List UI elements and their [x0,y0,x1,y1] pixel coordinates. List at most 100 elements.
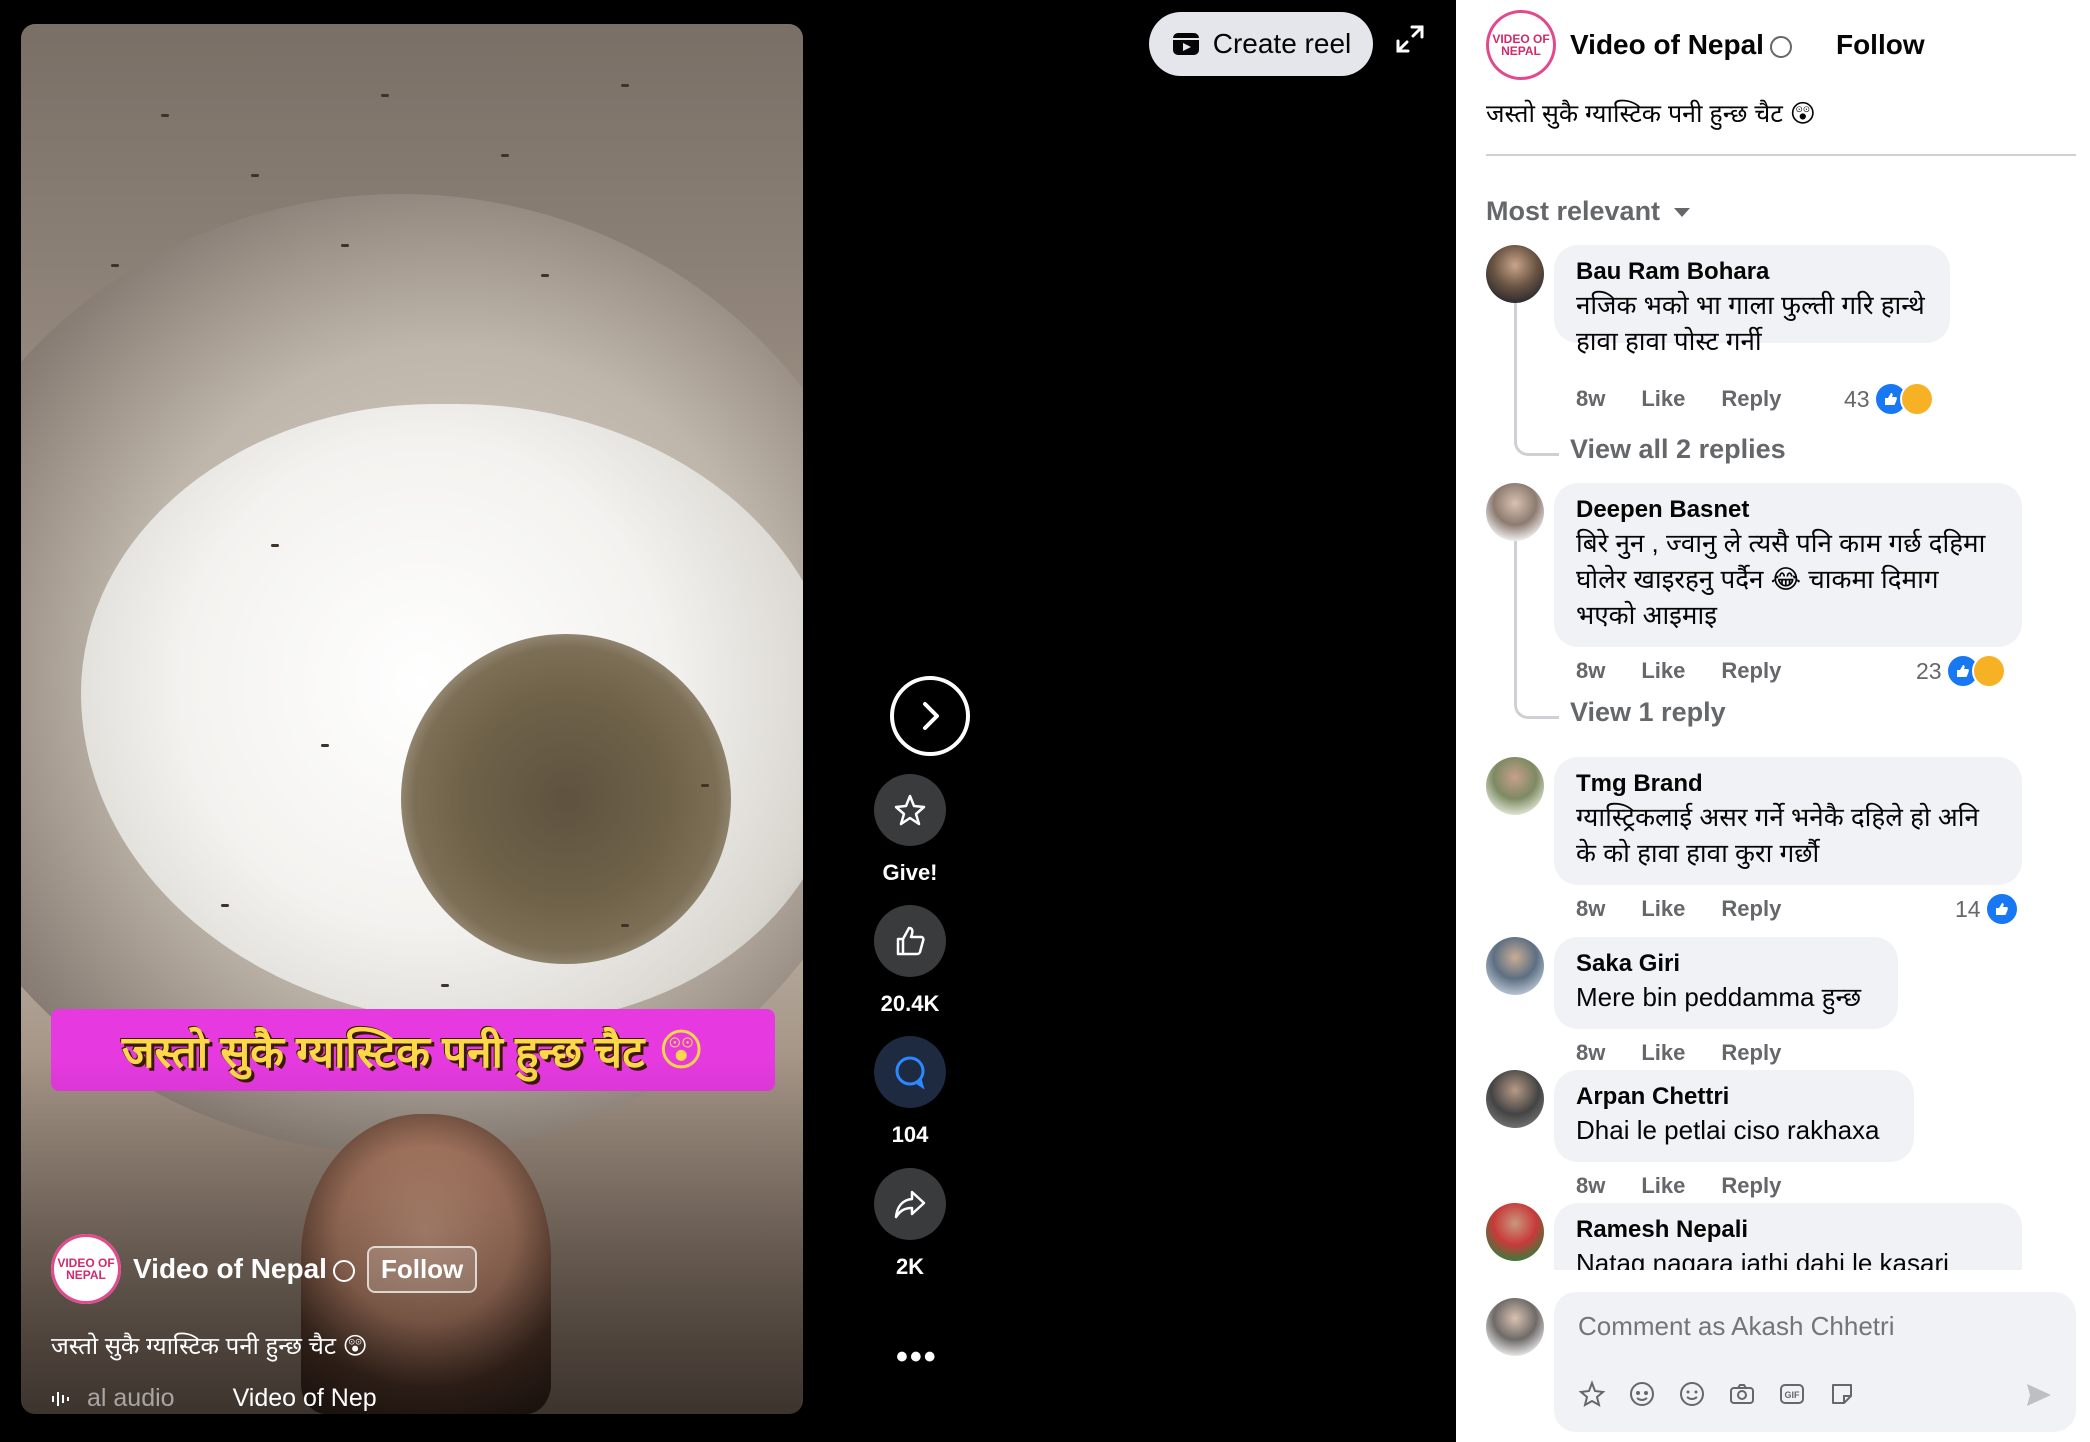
comment-text: Mere bin peddamma हुन्छ [1576,982,1862,1012]
audio-name: Video of Nep [232,1384,377,1412]
avatar[interactable] [1486,245,1544,303]
comment-meta: 8w Like Reply [1576,658,1781,684]
comment-like-button[interactable]: Like [1641,658,1685,684]
view-replies-link[interactable]: View 1 reply [1570,697,1726,728]
give-label: Give! [882,860,938,885]
create-reel-label: Create reel [1212,28,1352,59]
audio-label: al audio [87,1384,175,1412]
avatar[interactable] [1486,483,1544,541]
comment-input[interactable] [1576,1310,2050,1343]
comment-count: 104 [891,1122,929,1147]
comment-time[interactable]: 8w [1576,1173,1605,1199]
panel-author-name[interactable]: Video of Nepal [1570,29,1792,61]
gif-icon[interactable]: GIF [1776,1378,1808,1410]
comment-time[interactable]: 8w [1576,386,1605,412]
emoji-icon[interactable] [1676,1378,1708,1410]
audio-wave-icon [52,1391,69,1406]
give-button[interactable]: Give! [874,774,946,886]
comment-author[interactable]: Bau Ram Bohara [1576,257,1928,287]
avatar[interactable] [1486,1203,1544,1261]
reaction-count: 23 [1916,657,1942,684]
comment-composer: GIF [1486,1290,2076,1435]
chevron-right-icon [923,702,939,730]
comment-bubble-icon [895,1056,925,1090]
comment-bubble: Deepen Basnet बिरे नुन , ज्वानु ले त्यसै… [1554,483,2022,647]
comment-time[interactable]: 8w [1576,658,1605,684]
comment-author[interactable]: Ramesh Nepali [1576,1215,2000,1245]
comments-panel: VIDEO OF NEPAL Video of Nepal Follow जस्… [1456,0,2090,1442]
avatar[interactable] [1486,937,1544,995]
comment-like-button[interactable]: Like [1641,386,1685,412]
comment-author[interactable]: Arpan Chettri [1576,1082,1892,1112]
page-logo[interactable]: VIDEO OF NEPAL [51,1234,121,1304]
comment-text: बिरे नुन , ज्वानु ले त्यसै पनि काम गर्छ … [1576,528,1986,630]
next-reel-button[interactable] [890,676,970,756]
current-user-avatar[interactable] [1486,1298,1544,1356]
video-author-name[interactable]: Video of Nepal [133,1253,355,1285]
video-author-row: VIDEO OF NEPAL Video of Nepal Follow [51,1234,478,1304]
comment-text: Dhai le petlai ciso rakhaxa [1576,1115,1880,1145]
reel-video[interactable]: जस्तो सुकै ग्यास्टिक पनी हुन्छ चैट 😲 VID… [21,24,803,1414]
panel-page-logo[interactable]: VIDEO OF NEPAL [1486,10,1556,80]
reel-icon [1172,33,1199,55]
comment-like-button[interactable]: Like [1641,896,1685,922]
star-give-icon[interactable] [1576,1378,1608,1410]
like-circle [874,905,946,977]
comment-button[interactable]: 104 [874,1036,946,1148]
avatar[interactable] [1486,1070,1544,1128]
video-author-name-text: Video of Nepal [133,1253,327,1284]
comment-bubble: Tmg Brand ग्यास्ट्रिकलाई असर गर्ने भनेकै… [1554,757,2022,885]
share-button[interactable]: 2K [874,1168,946,1280]
like-button[interactable]: 20.4K [874,905,946,1017]
comment-time[interactable]: 8w [1576,896,1605,922]
comment-reply-button[interactable]: Reply [1721,1173,1781,1199]
comment-author[interactable]: Saka Giri [1576,949,1876,979]
comment-reply-button[interactable]: Reply [1721,386,1781,412]
reaction-count: 14 [1955,895,1981,922]
share-circle [874,1168,946,1240]
comment-reply-button[interactable]: Reply [1721,1040,1781,1066]
comment-reactions[interactable]: 43 [1844,382,1934,416]
comment-meta: 8w Like Reply [1576,1040,1781,1066]
comment-like-button[interactable]: Like [1641,1040,1685,1066]
comment-reply-button[interactable]: Reply [1721,658,1781,684]
create-reel-button[interactable]: Create reel [1149,12,1373,76]
sort-dropdown[interactable]: Most relevant [1486,196,1691,227]
thumbs-up-icon [896,926,925,956]
comment-meta: 8w Like Reply [1576,896,1781,922]
video-audio-row[interactable]: al audio Video of Nep [51,1384,377,1413]
more-options-icon[interactable]: ••• [896,1338,938,1377]
comment-reactions[interactable]: 23 [1916,654,2006,688]
comment-reply-button[interactable]: Reply [1721,896,1781,922]
send-icon[interactable] [2024,1380,2054,1410]
avatar[interactable] [1486,757,1544,815]
comment-bubble: Ramesh Nepali Natag nagara jathi dahi le… [1554,1203,2022,1270]
comment-time[interactable]: 8w [1576,1040,1605,1066]
expand-icon[interactable] [1395,24,1425,54]
comment-text: ग्यास्ट्रिकलाई असर गर्ने भनेकै दहिले हो … [1576,802,1979,868]
comment-author[interactable]: Tmg Brand [1576,769,2000,799]
panel-follow-button[interactable]: Follow [1836,29,1925,61]
haha-reaction-icon [1899,382,1934,416]
sticker-icon[interactable] [1826,1378,1858,1410]
video-follow-button[interactable]: Follow [366,1245,478,1293]
comment-text: नजिक भको भा गाला फुल्ती गरि हान्थे हावा … [1576,290,1925,356]
comment-bubble: Bau Ram Bohara नजिक भको भा गाला फुल्ती ग… [1554,245,1950,356]
comment-author[interactable]: Deepen Basnet [1576,495,2000,525]
composer-toolbar: GIF [1576,1378,1858,1410]
comment-meta: 8w Like Reply [1576,1173,1781,1199]
avatar-sticker-icon[interactable] [1626,1378,1658,1410]
comment-bubble: Saka Giri Mere bin peddamma हुन्छ [1554,937,1898,1029]
thread-line [1514,303,1559,456]
panel-divider [1486,154,2076,156]
view-replies-link[interactable]: View all 2 replies [1570,434,1786,465]
svg-text:GIF: GIF [1785,1390,1801,1400]
comment-like-button[interactable]: Like [1641,1173,1685,1199]
globe-icon [1769,35,1792,58]
like-reaction-icon [1984,892,2019,926]
globe-icon [332,1259,355,1282]
panel-caption: जस्तो सुकै ग्यास्टिक पनी हुन्छ चैट 😲 [1486,100,1816,128]
comment-reactions[interactable]: 14 [1955,892,2019,926]
camera-icon[interactable] [1726,1378,1758,1410]
panel-logo-text: VIDEO OF NEPAL [1492,32,1550,58]
